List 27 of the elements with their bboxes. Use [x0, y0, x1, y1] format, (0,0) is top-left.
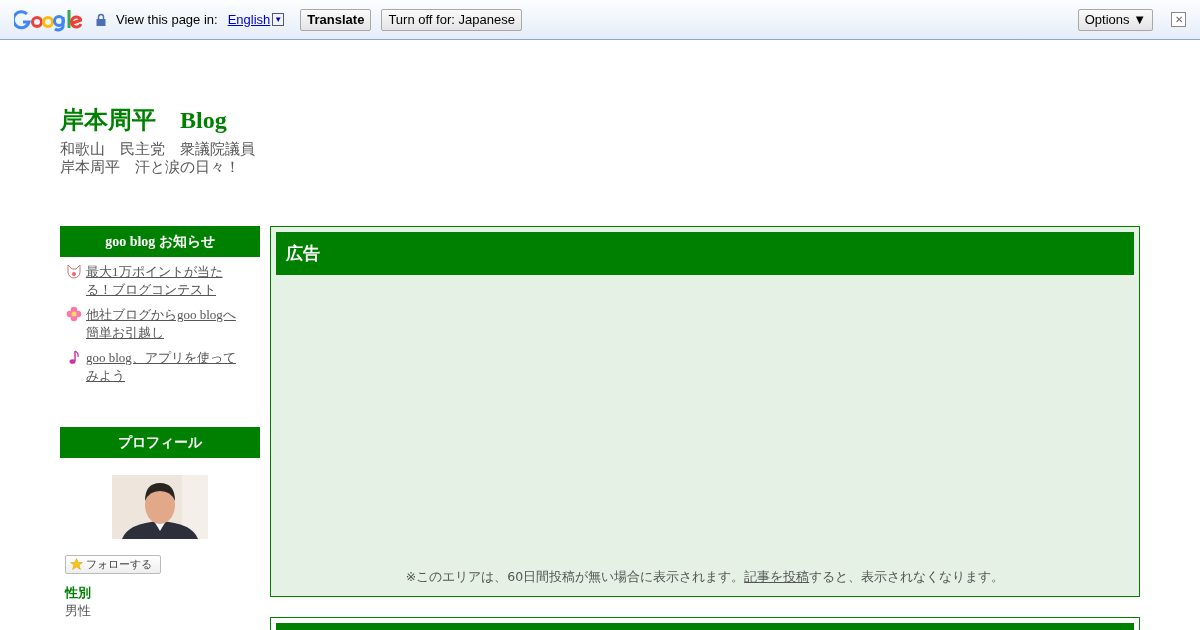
language-link[interactable]: English	[227, 12, 271, 27]
profile-value: 男性	[65, 602, 92, 620]
close-button[interactable]: ✕	[1171, 12, 1186, 27]
panel-heading: 広告	[276, 232, 1134, 275]
profile-label: 性別	[65, 584, 92, 602]
blog-description: 和歌山 民主党 衆議院議員	[60, 140, 256, 158]
follow-button[interactable]: フォローする	[65, 555, 161, 574]
options-button[interactable]: Options ▼	[1077, 8, 1153, 31]
language-dropdown[interactable]: ▼	[272, 13, 285, 26]
ad-note: ※このエリアは、60日間投稿が無い場合に表示されます。記事を投稿すると、表示されなくなります。	[405, 569, 1005, 586]
notice-link[interactable]: goo blog、アプリを使ってみよう	[86, 349, 246, 385]
star-icon	[70, 558, 83, 571]
fox-face-icon	[66, 263, 82, 279]
blog-description: 岸本周平 汗と涙の日々！	[60, 158, 241, 176]
post-article-link[interactable]: 記事を投稿	[744, 569, 810, 584]
sidebar-heading: goo blog お知らせ	[60, 226, 260, 257]
music-note-icon	[66, 349, 82, 365]
lock-icon	[96, 13, 106, 26]
translate-button[interactable]: Translate	[300, 8, 372, 31]
notice-link[interactable]: 他社ブログからgoo blogへ簡単お引越し	[86, 306, 246, 342]
blog-title[interactable]: 岸本周平 Blog	[60, 104, 1140, 136]
language-prompt: View this page in:	[116, 12, 218, 27]
google-logo	[14, 7, 82, 32]
turn-off-button[interactable]: Turn off for: Japanese	[381, 8, 522, 31]
notice-link[interactable]: 最大1万ポイントが当たる！ブログコンテスト	[86, 263, 246, 299]
sidebar-heading: プロフィール	[60, 427, 260, 458]
flower-icon	[66, 306, 82, 322]
